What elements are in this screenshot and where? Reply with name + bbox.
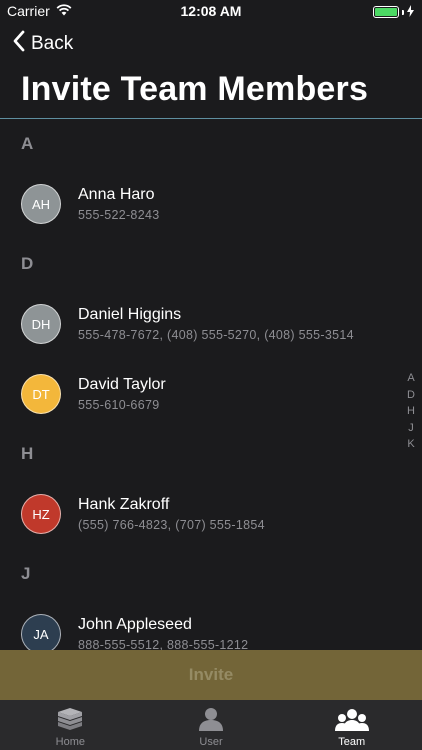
contact-name: Anna Haro [78,186,155,203]
contact-phones: 888-555-5512, 888-555-1212 [78,638,249,650]
status-bar: Carrier 12:08 AM [0,0,422,22]
charging-icon [407,4,414,20]
contact-phones: 555-522-8243 [78,208,160,222]
status-right [373,4,414,20]
contact-row[interactable]: HZ Hank Zakroff (555) 766-4823, (707) 55… [0,479,422,549]
tab-team[interactable]: Team [281,700,422,750]
tab-bar: Home User Team [0,700,422,750]
page-title: Invite Team Members [21,70,369,108]
section-index[interactable]: A D H J K [407,370,415,453]
contact-list[interactable]: A AH Anna Haro 555-522-8243 D DH Daniel … [0,119,422,650]
contact-name: John Appleseed [78,616,192,633]
section-header-h: H [21,444,34,463]
avatar: JA [21,614,61,650]
contact-name: David Taylor [78,376,166,393]
status-time: 12:08 AM [180,3,242,19]
team-icon [334,707,369,736]
contact-phones: 555-478-7672, (408) 555-5270, (408) 555-… [78,328,354,342]
contact-row[interactable]: DT David Taylor 555-610-6679 [0,359,422,429]
contact-row[interactable]: JA John Appleseed 888-555-5512, 888-555-… [0,599,422,650]
tab-user[interactable]: User [141,700,282,750]
user-icon [198,707,224,736]
books-icon [55,707,85,736]
index-letter-a[interactable]: A [407,370,414,387]
tab-user-label: User [199,736,223,748]
contact-name: Daniel Higgins [78,306,182,323]
avatar: HZ [21,494,61,534]
tab-home-label: Home [55,736,85,748]
tab-team-label: Team [338,736,366,748]
invite-button[interactable]: Invite [0,650,422,700]
back-label: Back [31,33,74,54]
section-header-d: D [21,254,34,273]
section-header-a: A [21,134,34,153]
battery-cap [402,9,404,15]
index-letter-k[interactable]: K [407,436,414,453]
battery-icon [373,6,399,18]
section-header-j: J [21,564,31,583]
avatar: DT [21,374,61,414]
chevron-left-icon [12,30,25,58]
index-letter-h[interactable]: H [407,403,415,420]
contact-row[interactable]: DH Daniel Higgins 555-478-7672, (408) 55… [0,289,422,359]
back-button[interactable]: Back [12,30,73,58]
index-letter-d[interactable]: D [407,387,415,404]
tab-home[interactable]: Home [0,700,141,750]
index-letter-j[interactable]: J [408,420,414,437]
contact-phones: (555) 766-4823, (707) 555-1854 [78,518,265,532]
contact-name: Hank Zakroff [78,496,170,513]
avatar: DH [21,304,61,344]
avatar: AH [21,184,61,224]
contact-phones: 555-610-6679 [78,398,160,412]
contact-row[interactable]: AH Anna Haro 555-522-8243 [0,169,422,239]
